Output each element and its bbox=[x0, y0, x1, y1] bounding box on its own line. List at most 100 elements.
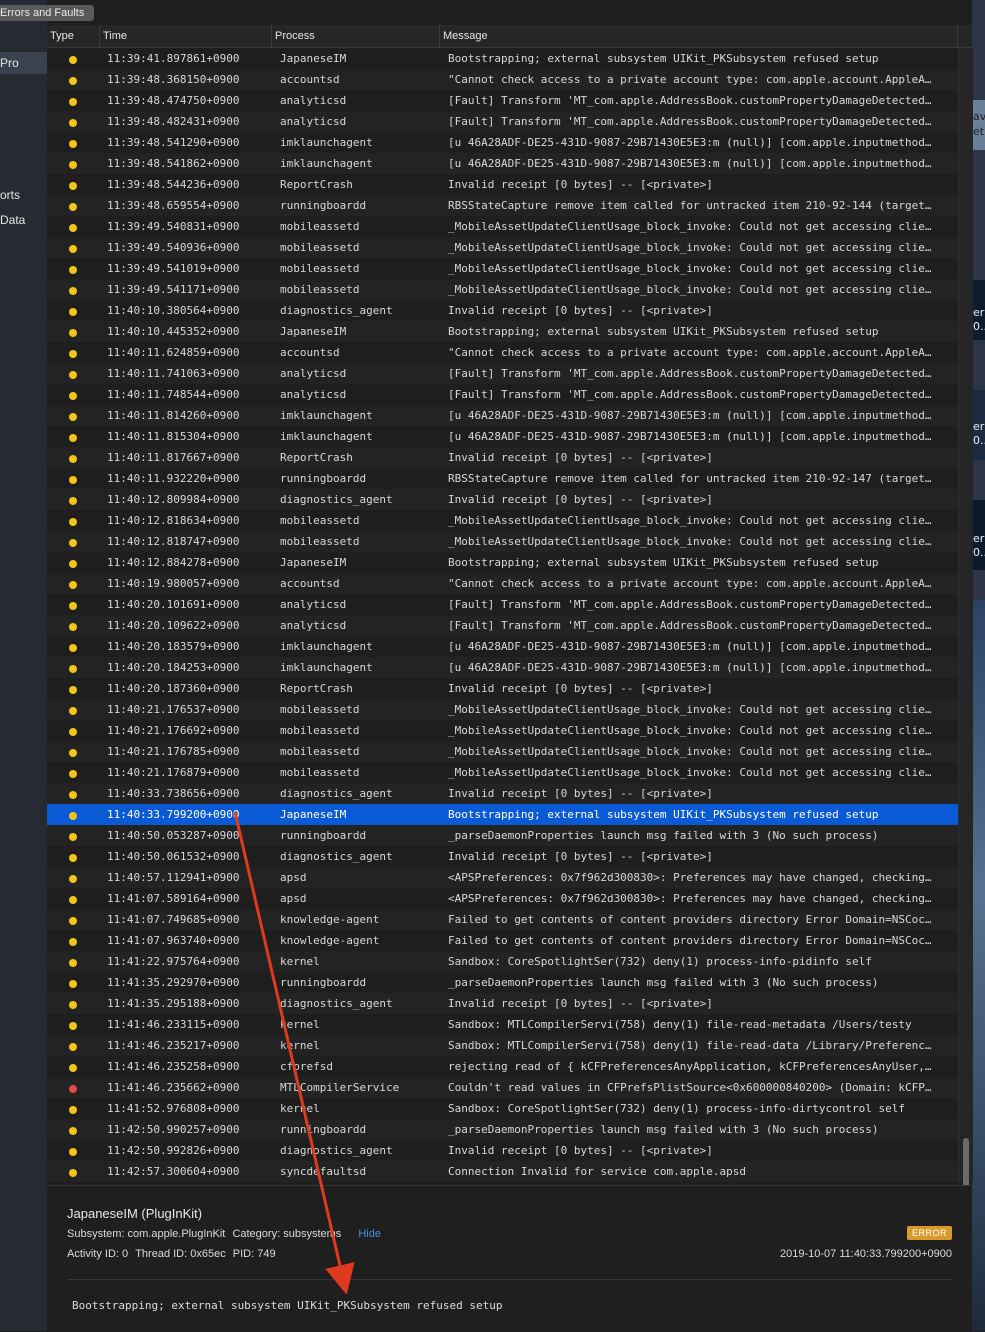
pid-label: PID: bbox=[232, 1248, 255, 1260]
table-row[interactable]: 11:39:48.659554+0900 runningboardd RBSStat… bbox=[47, 195, 958, 216]
column-type[interactable]: Type bbox=[47, 25, 100, 47]
row-time: 11:39:41.897861+0900 bbox=[107, 52, 240, 65]
sidebar-label-reports: orts bbox=[0, 188, 21, 202]
column-process[interactable]: Process bbox=[272, 25, 440, 47]
column-time[interactable]: Time bbox=[100, 25, 272, 47]
table-row[interactable]: 11:41:35.292970+0900 runningboardd _parseD… bbox=[47, 972, 958, 993]
table-row[interactable]: 11:41:07.749685+0900 knowledge-agent Faile… bbox=[47, 909, 958, 930]
table-row[interactable]: 11:39:48.368150+0900 accountsd "Cannot che… bbox=[47, 69, 958, 90]
row-process: runningboardd bbox=[280, 829, 367, 842]
row-message: rejecting read of { kCFPreferencesAnyApp… bbox=[448, 1060, 932, 1073]
table-row[interactable]: 11:39:49.540936+0900 mobileassetd _MobileA… bbox=[47, 237, 958, 258]
table-row[interactable]: 11:40:21.176879+0900 mobileassetd _MobileA… bbox=[47, 762, 958, 783]
hide-link[interactable]: Hide bbox=[358, 1228, 381, 1240]
table-row[interactable]: 11:40:20.109622+0900 analyticsd [Fault] Tr… bbox=[47, 615, 958, 636]
column-message[interactable]: Message bbox=[440, 25, 958, 47]
row-message: _MobileAssetUpdateClientUsage_block_invo… bbox=[448, 262, 932, 275]
table-row[interactable]: 11:40:11.932220+0900 runningboardd RBSStat… bbox=[47, 468, 958, 489]
table-row[interactable]: 11:42:57.300604+0900 syncdefaultsd Connect… bbox=[47, 1161, 958, 1182]
table-row[interactable]: 11:40:12.818747+0900 mobileassetd _MobileA… bbox=[47, 531, 958, 552]
table-row[interactable]: 11:40:20.184253+0900 imklaunchagent [u 46A… bbox=[47, 657, 958, 678]
table-row[interactable]: 11:40:10.445352+0900 JapaneseIM Bootstrapp… bbox=[47, 321, 958, 342]
table-row[interactable]: 11:41:46.235217+0900 kernel Sandbox: MTLCo… bbox=[47, 1035, 958, 1056]
table-scrollbar[interactable] bbox=[958, 48, 973, 1204]
row-message: Invalid receipt [0 bytes] -- [<private>] bbox=[448, 1144, 713, 1157]
row-time: 11:40:11.817667+0900 bbox=[107, 451, 240, 464]
table-row[interactable]: 11:41:46.235662+0900 MTLCompilerService Co… bbox=[47, 1077, 958, 1098]
table-row[interactable]: 11:41:07.589164+0900 apsd <APSPreferences:… bbox=[47, 888, 958, 909]
warning-dot-icon bbox=[69, 224, 77, 232]
warning-dot-icon bbox=[69, 749, 77, 757]
warning-dot-icon bbox=[69, 1127, 77, 1135]
row-time: 11:39:49.540831+0900 bbox=[107, 220, 240, 233]
table-row[interactable]: 11:40:11.624859+0900 accountsd "Cannot che… bbox=[47, 342, 958, 363]
desktop-text: 0... bbox=[973, 546, 985, 559]
sidebar-label-data: Data bbox=[0, 213, 26, 227]
table-row[interactable]: 11:40:11.817667+0900 ReportCrash Invalid r… bbox=[47, 447, 958, 468]
warning-dot-icon bbox=[69, 938, 77, 946]
row-process: mobileassetd bbox=[280, 703, 360, 716]
table-row[interactable]: 11:40:50.061532+0900 diagnostics_agent Inv… bbox=[47, 846, 958, 867]
table-row[interactable]: 11:39:48.541290+0900 imklaunchagent [u 46A… bbox=[47, 132, 958, 153]
table-row[interactable]: 11:39:49.540831+0900 mobileassetd _MobileA… bbox=[47, 216, 958, 237]
table-row[interactable]: 11:40:11.814260+0900 imklaunchagent [u 46A… bbox=[47, 405, 958, 426]
row-process: JapaneseIM bbox=[280, 556, 347, 569]
table-row[interactable]: 11:41:07.963740+0900 knowledge-agent Faile… bbox=[47, 930, 958, 951]
table-row[interactable]: 11:40:20.187360+0900 ReportCrash Invalid r… bbox=[47, 678, 958, 699]
table-row[interactable]: 11:41:52.976808+0900 kernel Sandbox: CoreS… bbox=[47, 1098, 958, 1119]
table-row[interactable]: 11:40:19.980057+0900 accountsd "Cannot che… bbox=[47, 573, 958, 594]
table-row[interactable]: 11:40:57.112941+0900 apsd <APSPreferences:… bbox=[47, 867, 958, 888]
table-row[interactable]: 11:40:12.884278+0900 JapaneseIM Bootstrapp… bbox=[47, 552, 958, 573]
row-process: kernel bbox=[280, 1102, 320, 1115]
row-time: 11:41:35.292970+0900 bbox=[107, 976, 240, 989]
row-time: 11:40:12.884278+0900 bbox=[107, 556, 240, 569]
row-process: mobileassetd bbox=[280, 262, 360, 275]
table-row[interactable]: 11:41:46.235258+0900 cfprefsd rejecting re… bbox=[47, 1056, 958, 1077]
table-row[interactable]: 11:40:12.809984+0900 diagnostics_agent Inv… bbox=[47, 489, 958, 510]
table-row[interactable]: 11:42:50.990257+0900 runningboardd _parseD… bbox=[47, 1119, 958, 1140]
table-row[interactable]: 11:39:41.897861+0900 JapaneseIM Bootstrapp… bbox=[47, 48, 958, 69]
row-process: runningboardd bbox=[280, 1123, 367, 1136]
table-row[interactable]: 11:40:11.748544+0900 analyticsd [Fault] Tr… bbox=[47, 384, 958, 405]
table-row[interactable]: 11:40:12.818634+0900 mobileassetd _MobileA… bbox=[47, 510, 958, 531]
row-process: knowledge-agent bbox=[280, 913, 380, 926]
table-row[interactable]: 11:40:33.738656+0900 diagnostics_agent Inv… bbox=[47, 783, 958, 804]
row-time: 11:40:20.183579+0900 bbox=[107, 640, 240, 653]
row-process: mobileassetd bbox=[280, 766, 360, 779]
row-time: 11:40:20.109622+0900 bbox=[107, 619, 240, 632]
row-message: Invalid receipt [0 bytes] -- [<private>] bbox=[448, 850, 713, 863]
table-row[interactable]: 11:39:48.541862+0900 imklaunchagent [u 46A… bbox=[47, 153, 958, 174]
row-time: 11:40:11.748544+0900 bbox=[107, 388, 240, 401]
table-row[interactable]: 11:40:20.183579+0900 imklaunchagent [u 46A… bbox=[47, 636, 958, 657]
row-message: <APSPreferences: 0x7f962d300830>: Prefer… bbox=[448, 871, 932, 884]
table-row[interactable]: 11:40:21.176785+0900 mobileassetd _MobileA… bbox=[47, 741, 958, 762]
row-time: 11:41:46.235258+0900 bbox=[107, 1060, 240, 1073]
table-row[interactable]: 11:40:11.815304+0900 imklaunchagent [u 46A… bbox=[47, 426, 958, 447]
warning-dot-icon bbox=[69, 1001, 77, 1009]
table-row[interactable]: 11:40:21.176692+0900 mobileassetd _MobileA… bbox=[47, 720, 958, 741]
table-row[interactable]: 11:40:21.176537+0900 mobileassetd _MobileA… bbox=[47, 699, 958, 720]
table-row[interactable]: 11:41:22.975764+0900 kernel Sandbox: CoreS… bbox=[47, 951, 958, 972]
row-message: "Cannot check access to a private accoun… bbox=[448, 73, 932, 86]
table-row[interactable]: 11:41:46.233115+0900 kernel Sandbox: MTLCo… bbox=[47, 1014, 958, 1035]
table-row[interactable]: 11:39:49.541019+0900 mobileassetd _MobileA… bbox=[47, 258, 958, 279]
row-process: diagnostics_agent bbox=[280, 493, 393, 506]
table-row-selected[interactable]: 11:40:33.799200+0900 JapaneseIM Bootstrapp… bbox=[47, 804, 958, 825]
table-row[interactable]: 11:39:48.474750+0900 analyticsd [Fault] Tr… bbox=[47, 90, 958, 111]
table-row[interactable]: 11:40:10.380564+0900 diagnostics_agent Inv… bbox=[47, 300, 958, 321]
table-row[interactable]: 11:41:35.295188+0900 diagnostics_agent Inv… bbox=[47, 993, 958, 1014]
warning-dot-icon bbox=[69, 1148, 77, 1156]
table-row[interactable]: 11:39:48.544236+0900 ReportCrash Invalid r… bbox=[47, 174, 958, 195]
errors-and-faults-tab[interactable]: Errors and Faults bbox=[0, 5, 94, 21]
table-row[interactable]: 11:40:20.101691+0900 analyticsd [Fault] Tr… bbox=[47, 594, 958, 615]
table-row[interactable]: 11:39:49.541171+0900 mobileassetd _MobileA… bbox=[47, 279, 958, 300]
table-row[interactable]: 11:39:48.482431+0900 analyticsd [Fault] Tr… bbox=[47, 111, 958, 132]
table-row[interactable]: 11:40:11.741063+0900 analyticsd [Fault] Tr… bbox=[47, 363, 958, 384]
row-time: 11:40:11.814260+0900 bbox=[107, 409, 240, 422]
row-process: mobileassetd bbox=[280, 535, 360, 548]
thread-value: 0x65ec bbox=[190, 1248, 226, 1260]
row-message: [u 46A28ADF-DE25-431D-9087-29B71430E5E3:… bbox=[448, 640, 932, 653]
table-row[interactable]: 11:40:50.053287+0900 runningboardd _parseD… bbox=[47, 825, 958, 846]
desktop-text: er bbox=[973, 420, 985, 433]
table-row[interactable]: 11:42:50.992826+0900 diagnostics_agent Inv… bbox=[47, 1140, 958, 1161]
